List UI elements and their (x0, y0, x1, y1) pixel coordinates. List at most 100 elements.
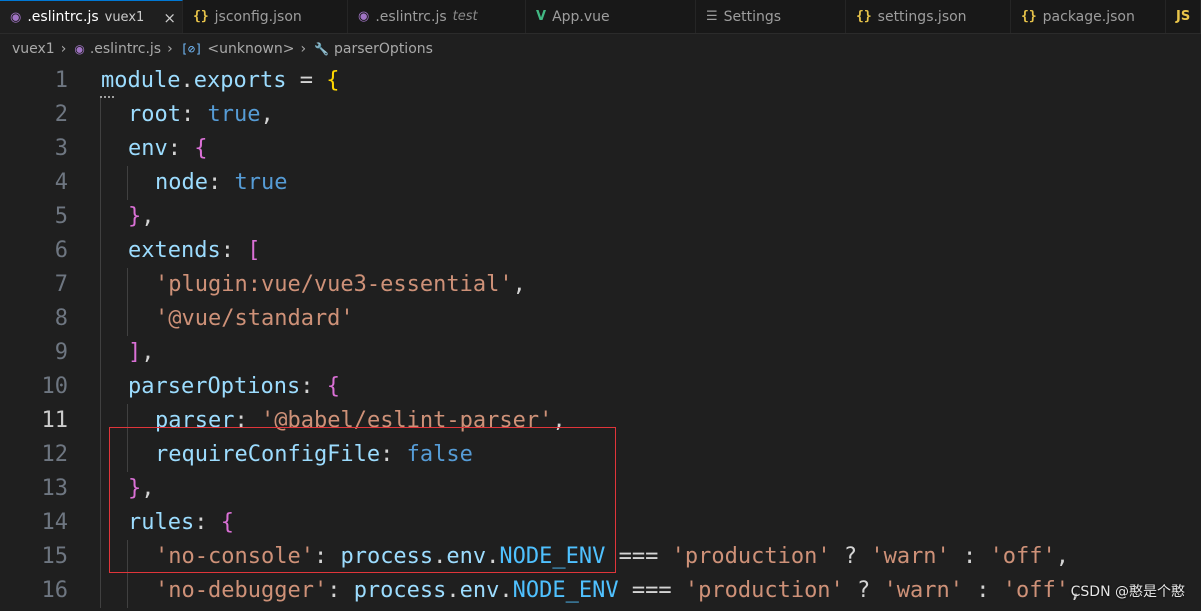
line-number: 5 (54, 204, 68, 229)
indent-guide (100, 234, 101, 268)
code-line[interactable]: 14 rules: { (0, 506, 1201, 540)
code-token: , (141, 204, 155, 229)
code-text: rules: { (128, 506, 234, 540)
code-line[interactable]: 3 env: { (0, 132, 1201, 166)
line-number: 6 (54, 238, 68, 263)
tab-App-vue[interactable]: V App.vue (526, 0, 696, 33)
code-token: { (220, 510, 234, 535)
indent-guide (127, 166, 128, 200)
tab-js-file[interactable]: JS (1166, 0, 1201, 33)
code-token: { (194, 136, 208, 161)
indent-guide (127, 438, 128, 472)
code-token: node (155, 170, 208, 195)
indent-guide (127, 302, 128, 336)
breadcrumb-item[interactable]: ◉ .eslintrc.js (74, 41, 161, 57)
settings-icon: ☰ (706, 9, 718, 24)
code-token: : (234, 408, 261, 433)
chevron-right-icon: › (167, 41, 173, 57)
code-line[interactable]: 2 root: true, (0, 98, 1201, 132)
indent-guide (100, 438, 101, 472)
code-line[interactable]: 15 'no-console': process.env.NODE_ENV ===… (0, 540, 1201, 574)
code-token: rules (128, 510, 195, 535)
tab-eslintrc-js-test[interactable]: ◉ .eslintrc.js test (348, 0, 526, 33)
code-text: 'no-console': process.env.NODE_ENV === '… (155, 540, 1069, 574)
code-text: ], (128, 336, 155, 370)
tab-label: .eslintrc.js (375, 8, 447, 25)
code-text: requireConfigFile: false (155, 438, 473, 472)
code-token: 'production' (684, 578, 844, 603)
line-number: 15 (41, 544, 69, 569)
chevron-right-icon: › (60, 41, 67, 57)
code-token: root (128, 102, 181, 127)
close-icon[interactable]: × (163, 9, 176, 27)
eslint-icon: ◉ (74, 42, 85, 56)
code-text: env: { (128, 132, 208, 166)
indent-guide (127, 404, 128, 438)
code-line[interactable]: 12 requireConfigFile: false (0, 438, 1201, 472)
breadcrumb: vuex1 › ◉ .eslintrc.js › [⊘] <unknown> › 🔧 parser… (0, 34, 1201, 64)
editor-tab-bar: ◉ .eslintrc.js vuex1 × {} jsconfig.json ◉ .esli… (0, 0, 1201, 34)
code-line[interactable]: 6 extends: [ (0, 234, 1201, 268)
tab-jsconfig-json[interactable]: {} jsconfig.json (183, 0, 348, 33)
line-number: 11 (41, 408, 69, 433)
code-line[interactable]: 9], (0, 336, 1201, 370)
code-token: 'off' (1002, 578, 1070, 603)
code-line[interactable]: 16'no-debugger': process.env.NODE_ENV ==… (0, 574, 1201, 608)
code-line[interactable]: 11 parser: '@babel/eslint-parser', (0, 404, 1201, 438)
line-number: 13 (41, 476, 69, 501)
indent-guide (100, 166, 101, 200)
indent-guide (100, 336, 101, 370)
code-token: : (963, 578, 1003, 603)
code-token: module (101, 68, 181, 93)
code-token: ? (830, 544, 871, 569)
indent-guide (100, 506, 101, 540)
code-token: : (949, 544, 990, 569)
code-line[interactable]: 7 'plugin:vue/vue3-essential', (0, 268, 1201, 302)
tab-label: package.json (1042, 8, 1135, 25)
code-token: , (141, 340, 155, 365)
breadcrumb-label: parserOptions (334, 41, 433, 57)
hint-squiggle (100, 93, 114, 98)
indent-guide (100, 540, 101, 574)
line-number: 4 (54, 170, 68, 195)
code-token: : (194, 510, 221, 535)
code-token: , (260, 102, 274, 127)
json-icon: {} (193, 9, 209, 24)
code-line[interactable]: 1 module.exports = { (0, 64, 1201, 98)
code-token: : (167, 136, 195, 161)
eslint-icon: ◉ (358, 9, 370, 24)
code-token: exports (193, 68, 287, 93)
code-line[interactable]: 10 parserOptions: { (0, 370, 1201, 404)
tab-label: settings.json (877, 8, 967, 25)
code-line[interactable]: 4 node: true (0, 166, 1201, 200)
vue-icon: V (536, 9, 547, 24)
code-line[interactable]: 8 '@vue/standard' (0, 302, 1201, 336)
tab-Settings[interactable]: ☰ Settings (696, 0, 846, 33)
code-token: true (234, 170, 288, 195)
json-icon: {} (1021, 9, 1037, 24)
code-editor[interactable]: 16'no-debugger': process.env.NODE_ENV ==… (0, 64, 1201, 611)
watermark: CSDN @憨是个憨 (1070, 584, 1185, 600)
code-token: { (326, 68, 340, 93)
line-number: 7 (54, 272, 68, 297)
indent-guide (100, 132, 101, 166)
code-token: } (128, 204, 142, 229)
line-number: 2 (54, 102, 68, 127)
code-token: ? (843, 578, 884, 603)
indent-guide (100, 98, 101, 132)
indent-guide (100, 268, 101, 302)
tab-eslintrc-js-vuex1[interactable]: ◉ .eslintrc.js vuex1 × (0, 0, 183, 33)
breadcrumb-item[interactable]: 🔧 parserOptions (314, 41, 433, 57)
code-token: 'no-debugger' (155, 578, 328, 603)
wrench-icon: 🔧 (314, 42, 330, 56)
code-token: } (128, 476, 142, 501)
tab-package-json[interactable]: {} package.json (1011, 0, 1166, 33)
indent-guide (127, 574, 128, 608)
breadcrumb-item[interactable]: vuex1 (12, 41, 55, 57)
code-line[interactable]: 13}, (0, 472, 1201, 506)
code-token: 'warn' (883, 578, 964, 603)
code-line[interactable]: 5}, (0, 200, 1201, 234)
code-token: : (220, 238, 248, 263)
tab-settings-json[interactable]: {} settings.json (846, 0, 1011, 33)
breadcrumb-item[interactable]: [⊘] <unknown> (181, 41, 295, 57)
